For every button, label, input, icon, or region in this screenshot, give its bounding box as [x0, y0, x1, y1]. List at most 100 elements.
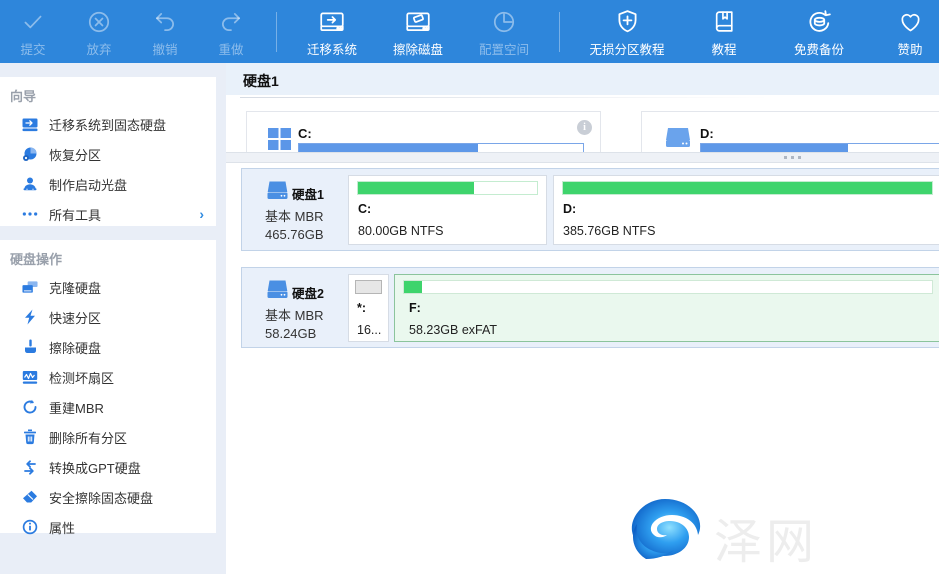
sidebar-item-recover-partition[interactable]: 恢复分区 — [0, 139, 216, 169]
partition-label: D: — [563, 202, 576, 216]
toolbar-button-label: 放弃 — [86, 39, 111, 58]
disk1-info[interactable]: 硬盘1 基本 MBR 465.76GB — [242, 169, 348, 250]
partition-c[interactable]: C: 80.00GB NTFS — [348, 175, 547, 245]
overview-usage-bar-c — [298, 143, 584, 152]
tab-divider — [240, 97, 770, 98]
sidebar-item-label: 恢复分区 — [49, 145, 101, 164]
disk-size: 58.24GB — [265, 326, 316, 341]
partition-label: *: — [357, 301, 366, 315]
partition-usage-bar — [562, 181, 933, 195]
pie-gear-icon — [22, 146, 38, 162]
toolbar-button-label: 撤销 — [152, 39, 177, 58]
sidebar-item-all-tools[interactable]: 所有工具 › — [0, 199, 216, 229]
overview-card-c[interactable]: C: i — [246, 111, 601, 152]
toolbar-button-tutorial[interactable]: 教程 — [688, 0, 760, 63]
toolbar-button-label: 重做 — [218, 39, 243, 58]
sidebar-item-label: 制作启动光盘 — [49, 175, 127, 194]
toolbar-button-partition-tutorial[interactable]: 无损分区教程 — [576, 0, 678, 63]
clone-icon — [22, 279, 38, 295]
watermark: 泽网 — [626, 496, 818, 577]
sidebar-item-properties[interactable]: 属性 — [0, 512, 216, 542]
sidebar-item-surface-test[interactable]: 检测坏扇区 — [0, 362, 216, 392]
toolbar-separator — [559, 12, 560, 52]
chevron-right-icon: › — [199, 206, 204, 222]
toolbar-button-free-backup[interactable]: 免费备份 — [772, 0, 866, 63]
sidebar-item-clone-disk[interactable]: 克隆硬盘 — [0, 272, 216, 302]
toolbar-button-label: 迁移系统 — [307, 39, 357, 58]
swirl-logo-icon — [626, 496, 704, 577]
disk-row-1: 硬盘1 基本 MBR 465.76GB C: 80.00GB NTFS D: 3… — [241, 168, 939, 251]
partition-usage-bar — [355, 280, 382, 294]
toolbar-button-label: 擦除磁盘 — [393, 39, 443, 58]
tab-disk1[interactable]: 硬盘1 — [226, 63, 279, 91]
sidebar-item-ssd-secure-erase[interactable]: 安全擦除固态硬盘 — [0, 482, 216, 512]
disk-name: 硬盘1 — [292, 184, 324, 203]
partition-detail: 16... — [357, 323, 381, 337]
disk-overview-strip: C: i D: — [240, 104, 939, 152]
heart-icon — [897, 5, 924, 35]
toolbar-button-label: 赞助 — [897, 39, 922, 58]
windows-logo-icon — [268, 128, 291, 152]
eraser-icon — [22, 489, 38, 505]
toolbar-button-label: 无损分区教程 — [589, 39, 664, 58]
sidebar-item-label: 克隆硬盘 — [49, 278, 101, 297]
circle-x-icon — [86, 5, 112, 35]
trash-icon — [22, 429, 38, 445]
toolbar-button-migrate-os[interactable]: 迁移系统 — [293, 0, 371, 63]
sidebar: 向导 迁移系统到固态硬盘 恢复分区 制作启动光盘 所有工具 › 硬盘操作 — [0, 63, 226, 574]
sidebar-item-label: 所有工具 — [49, 205, 101, 224]
sidebar-item-rebuild-mbr[interactable]: 重建MBR — [0, 392, 216, 422]
disk-eraser-icon — [404, 5, 432, 35]
toolbar-button-label: 提交 — [20, 39, 45, 58]
toolbar-separator — [276, 12, 277, 52]
partition-label: C: — [358, 202, 371, 216]
partition-usage-bar — [357, 181, 538, 195]
refresh-icon — [22, 399, 38, 415]
redo-icon — [218, 5, 244, 35]
check-icon — [20, 5, 46, 35]
splitter-handle[interactable] — [226, 152, 939, 163]
disk-tabstrip: 硬盘1 — [226, 63, 939, 95]
backup-db-icon — [806, 5, 833, 35]
partition-d[interactable]: D: 385.76GB NTFS — [553, 175, 939, 245]
ellipsis-icon — [22, 206, 38, 222]
book-icon — [712, 5, 737, 35]
toolbar-button-donate[interactable]: 赞助 — [876, 0, 939, 63]
disk-type: 基本 MBR — [265, 206, 324, 225]
sidebar-item-delete-all-partitions[interactable]: 删除所有分区 — [0, 422, 216, 452]
toolbar-button-wipe-disk[interactable]: 擦除磁盘 — [379, 0, 457, 63]
sidebar-item-label: 转换成GPT硬盘 — [49, 458, 141, 477]
toolbar-button-discard: 放弃 — [66, 0, 132, 63]
sidebar-item-migrate-os-to-ssd[interactable]: 迁移系统到固态硬盘 — [0, 109, 216, 139]
disk2-info[interactable]: 硬盘2 基本 MBR 58.24GB — [242, 268, 348, 347]
partition-label: F: — [409, 301, 421, 315]
sidebar-item-convert-to-gpt[interactable]: 转换成GPT硬盘 — [0, 452, 216, 482]
partition-usage-bar — [403, 280, 933, 294]
toolbar-button-undo: 撤销 — [132, 0, 198, 63]
main-area: 硬盘1 C: i — [226, 63, 939, 574]
toolbar-button-allocate-space: 配置空间 — [465, 0, 543, 63]
sidebar-item-label: 迁移系统到固态硬盘 — [49, 115, 166, 134]
overview-card-d[interactable]: D: — [641, 111, 939, 152]
partition-f-selected[interactable]: F: 58.23GB exFAT — [394, 274, 939, 342]
overview-usage-bar-d — [700, 143, 939, 152]
sidebar-item-label: 属性 — [49, 518, 75, 537]
sidebar-item-label: 检测坏扇区 — [49, 368, 114, 387]
toolbar-button-label: 教程 — [711, 39, 736, 58]
overview-drive-label: C: — [298, 126, 312, 141]
brush-icon — [22, 339, 38, 355]
info-icon[interactable]: i — [577, 120, 592, 135]
pie-clock-icon — [491, 5, 517, 35]
sidebar-item-label: 快速分区 — [49, 308, 101, 327]
partition-detail: 58.23GB exFAT — [409, 323, 497, 337]
shield-plus-icon — [614, 5, 641, 35]
sidebar-item-label: 安全擦除固态硬盘 — [49, 488, 153, 507]
disk-type: 基本 MBR — [265, 305, 324, 324]
sidebar-item-wipe-hard-drive[interactable]: 擦除硬盘 — [0, 332, 216, 362]
sidebar-item-quick-partition[interactable]: 快速分区 — [0, 302, 216, 332]
hard-drive-icon — [266, 180, 289, 206]
sidebar-item-make-bootable-media[interactable]: 制作启动光盘 — [0, 169, 216, 199]
splitter-grip-icon — [784, 156, 801, 159]
toolbar-button-redo: 重做 — [198, 0, 264, 63]
partition-unformatted[interactable]: *: 16... — [348, 274, 389, 342]
